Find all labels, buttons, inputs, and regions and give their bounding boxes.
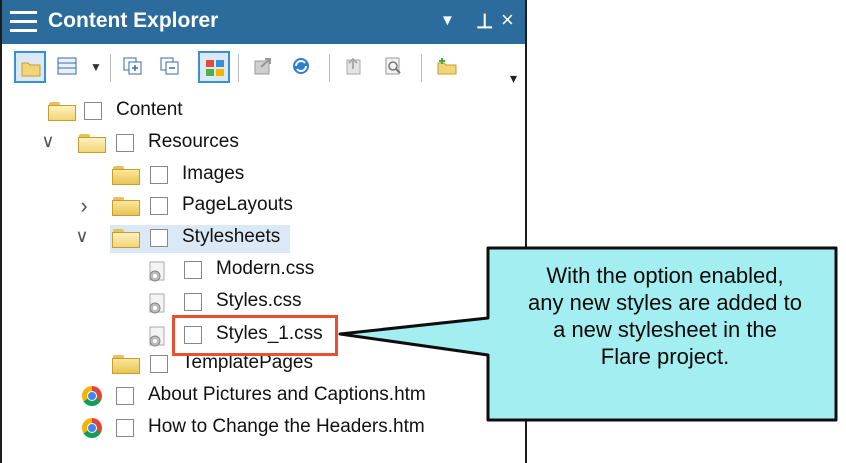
callout-line: any new styles are added to: [528, 290, 802, 315]
callout-line: Flare project.: [600, 344, 730, 369]
callout-shape: [338, 246, 838, 422]
callout-line: With the option enabled,: [546, 263, 784, 288]
callout-line: a new stylesheet in the: [553, 317, 777, 342]
callout-text: With the option enabled, any new styles …: [490, 262, 840, 370]
